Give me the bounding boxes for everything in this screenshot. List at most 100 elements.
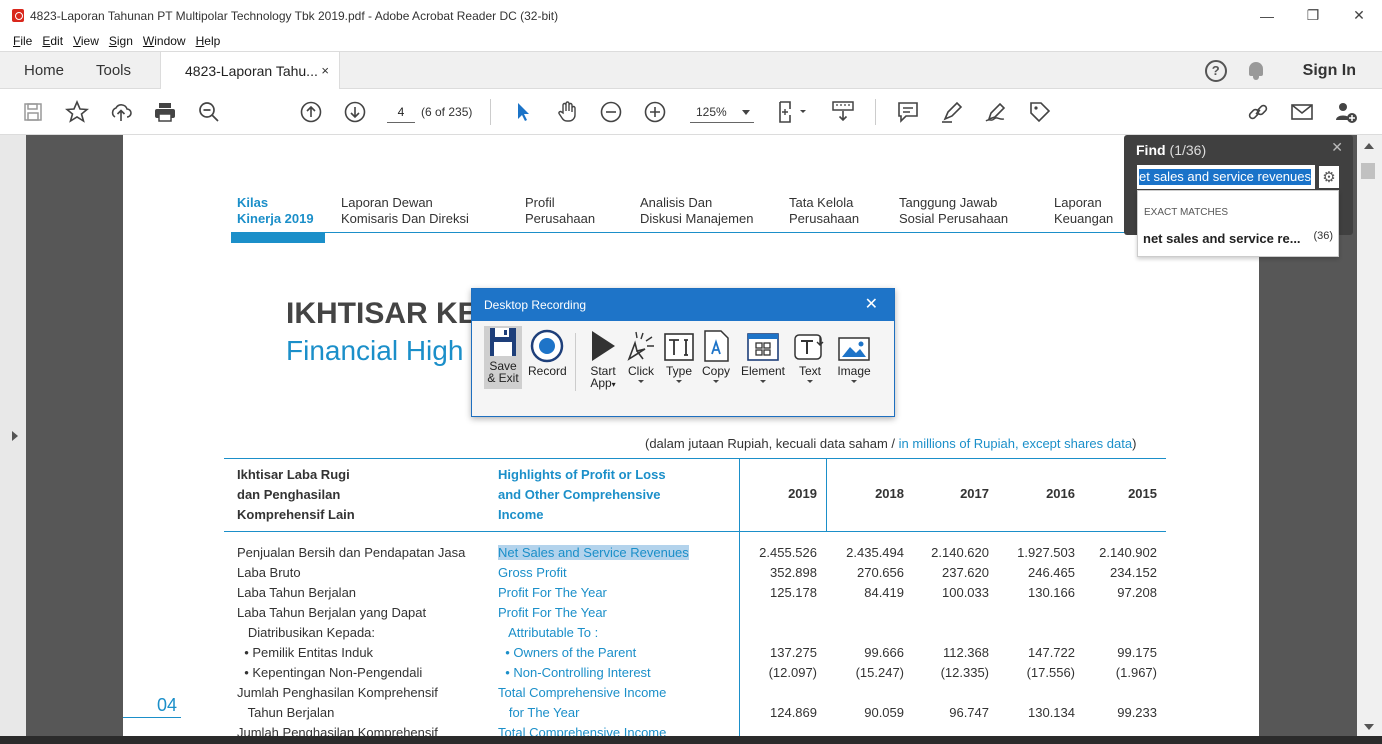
menu-window[interactable]: Window: [143, 34, 186, 48]
next-page-icon[interactable]: [343, 100, 367, 124]
redact-tag-icon[interactable]: [1028, 100, 1052, 124]
year-header: 2017: [960, 486, 989, 501]
zoom-out-magnifier-icon[interactable]: [197, 100, 221, 124]
scroll-down-icon[interactable]: [1364, 724, 1374, 730]
row-value: 99.175: [1117, 645, 1157, 660]
dialog-close-icon[interactable]: ✕: [865, 289, 878, 321]
text-button[interactable]: Text: [792, 329, 828, 383]
find-result-item[interactable]: net sales and service re...: [1143, 231, 1301, 246]
scroll-up-icon[interactable]: [1364, 143, 1374, 149]
window-title: 4823-Laporan Tahunan PT Multipolar Techn…: [30, 8, 559, 23]
zoom-in-icon[interactable]: [643, 100, 667, 124]
email-icon[interactable]: [1290, 100, 1314, 124]
row-label-en: • Non-Controlling Interest: [498, 665, 651, 680]
row-value: 2.455.526: [759, 545, 817, 560]
share-link-icon[interactable]: [1246, 100, 1270, 124]
sign-in-button[interactable]: Sign In: [1303, 62, 1356, 80]
exact-matches-label: EXACT MATCHES: [1144, 207, 1229, 218]
click-button[interactable]: Click: [624, 329, 658, 383]
select-cursor-icon[interactable]: [511, 100, 535, 124]
copy-button[interactable]: Copy: [699, 329, 733, 383]
row-label-id: Laba Tahun Berjalan: [237, 585, 357, 600]
row-value: (15.247): [855, 665, 904, 680]
taskbar-strip: [0, 736, 1382, 744]
vertical-scrollbar[interactable]: [1357, 135, 1382, 736]
find-input[interactable]: et sales and service revenues: [1137, 165, 1315, 189]
table-row: Penjualan Bersih dan Pendapatan Jasa Net …: [123, 543, 1259, 563]
highlight-pen-icon[interactable]: [940, 100, 964, 124]
bell-icon[interactable]: [1247, 61, 1265, 81]
row-label-id: Diatribusikan Kepada:: [237, 625, 376, 640]
minimize-button[interactable]: —: [1244, 0, 1290, 31]
tab-close-icon[interactable]: ×: [321, 63, 329, 78]
dialog-title: Desktop Recording ✕: [472, 289, 894, 321]
table-header-id: Ikhtisar Laba Rugi dan Penghasilan Kompreh…: [237, 467, 355, 522]
close-button[interactable]: ✕: [1336, 0, 1382, 31]
comment-icon[interactable]: [896, 100, 920, 124]
record-button[interactable]: Record: [528, 329, 567, 377]
table-row: Jumlah Penghasilan Komprehensif Total Com…: [123, 723, 1259, 736]
table-row: Diatribusikan Kepada: Attributable To :: [123, 623, 1259, 643]
row-label-id: • Kepentingan Non-Pengendali: [237, 665, 423, 680]
image-icon: [834, 329, 874, 363]
page-heading-id: IKHTISAR KE: [286, 297, 478, 330]
menu-help[interactable]: Help: [196, 34, 221, 48]
navigation-pane-toggle[interactable]: [0, 135, 26, 736]
hand-tool-icon[interactable]: [555, 100, 579, 124]
table-header-en: Highlights of Profit or Loss and Other Co…: [498, 467, 666, 522]
print-icon[interactable]: [153, 100, 177, 124]
row-value: 2.435.494: [846, 545, 904, 560]
page-number-input[interactable]: 4: [387, 101, 415, 123]
row-value: 147.722: [1028, 645, 1075, 660]
row-label-en: • Owners of the Parent: [498, 645, 637, 660]
page-fit-icon[interactable]: [776, 100, 810, 124]
page-nav-divider: [231, 232, 1251, 233]
table-border: [826, 458, 827, 531]
page-heading-en: Financial High: [286, 335, 464, 366]
menu-sign[interactable]: Sign: [109, 34, 133, 48]
upload-cloud-icon[interactable]: [109, 100, 133, 124]
row-value: 2.140.620: [931, 545, 989, 560]
chevron-down-icon: [760, 380, 766, 383]
tab-home[interactable]: Home: [24, 52, 64, 89]
row-label-en: Profit For The Year: [498, 605, 607, 620]
zoom-level-value: 125%: [696, 105, 727, 119]
save-icon[interactable]: [21, 100, 45, 124]
row-value: (17.556): [1026, 665, 1075, 680]
page-number: 04: [157, 695, 178, 715]
start-app-button[interactable]: Start App▾: [585, 329, 621, 391]
menu-view[interactable]: View: [73, 34, 99, 48]
type-button[interactable]: Type: [662, 329, 696, 383]
find-close-icon[interactable]: ✕: [1331, 139, 1343, 156]
zoom-level-select[interactable]: 125%: [690, 101, 754, 123]
row-value: 234.152: [1110, 565, 1157, 580]
zoom-out-icon[interactable]: [599, 100, 623, 124]
menu-edit[interactable]: Edit: [42, 34, 63, 48]
maximize-button[interactable]: ❐: [1290, 0, 1336, 31]
row-value: 112.368: [942, 645, 989, 660]
menu-file[interactable]: File: [13, 34, 32, 48]
element-button[interactable]: Element: [738, 329, 788, 383]
add-user-icon[interactable]: [1334, 100, 1358, 124]
sign-pen-icon[interactable]: [984, 100, 1008, 124]
image-button[interactable]: Image: [834, 329, 874, 383]
row-value: 1.927.503: [1017, 545, 1075, 560]
tab-tools[interactable]: Tools: [96, 52, 131, 89]
scroll-thumb[interactable]: [1361, 163, 1375, 179]
play-icon: [585, 329, 621, 363]
bookmark-star-icon[interactable]: [65, 100, 89, 124]
row-label-id: Jumlah Penghasilan Komprehensif: [237, 685, 438, 700]
copy-document-icon: [699, 329, 733, 363]
row-value: 2.140.902: [1099, 545, 1157, 560]
save-exit-button[interactable]: Save & Exit: [484, 326, 522, 389]
help-icon[interactable]: ?: [1204, 59, 1227, 82]
tab-document[interactable]: 4823-Laporan Tahu... ×: [160, 52, 340, 90]
row-value: 130.166: [1028, 585, 1075, 600]
gear-icon[interactable]: ⚙: [1319, 166, 1339, 188]
floppy-disk-icon: [484, 326, 522, 358]
page-nav-laporan-dewan: Laporan Dewan Komisaris Dan Direksi: [341, 195, 469, 226]
chevron-down-icon: [676, 380, 682, 383]
previous-page-icon[interactable]: [299, 100, 323, 124]
scroll-mode-icon[interactable]: [831, 100, 855, 124]
row-value: 130.134: [1028, 705, 1075, 720]
